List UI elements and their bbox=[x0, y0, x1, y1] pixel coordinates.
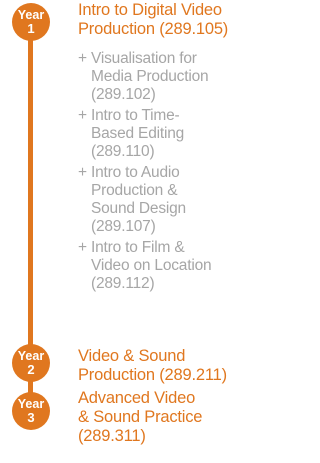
year-3-title-line-1: Advanced Video bbox=[78, 389, 196, 407]
year-1-title: Intro to Digital Video Production (289.1… bbox=[78, 1, 228, 39]
year-3-title-line-2: & Sound Practice bbox=[78, 408, 203, 426]
year-2-badge: Year 2 bbox=[12, 344, 50, 382]
year-3-title-line-3: (289.311) bbox=[78, 427, 146, 445]
year-3-badge-number: 3 bbox=[27, 410, 35, 425]
year-2-badge-label: Year bbox=[17, 349, 45, 363]
course-text: Intro to Time- bbox=[91, 107, 180, 124]
course-code: (289.102) bbox=[91, 86, 156, 103]
year-2-badge-number: 2 bbox=[27, 362, 35, 377]
course-text: Media Production bbox=[91, 68, 209, 85]
year-2-title-line-2: Production (289.211) bbox=[78, 366, 227, 384]
course-code: (289.110) bbox=[91, 143, 155, 160]
year-1-badge-label: Year bbox=[17, 8, 45, 22]
course-code: (289.112) bbox=[91, 275, 155, 292]
course-text: Production & bbox=[91, 182, 178, 199]
course-text: Based Editing bbox=[91, 125, 185, 142]
year-1-course-list: + Visualisation for Media Production (28… bbox=[78, 50, 258, 296]
course-text: Intro to Film & bbox=[91, 239, 185, 256]
year-1-badge-number: 1 bbox=[27, 21, 35, 36]
year-3-badge-label: Year bbox=[17, 397, 45, 411]
year-1-title-line-2: Production (289.105) bbox=[78, 20, 229, 38]
course-text: Video on Location bbox=[91, 257, 212, 274]
year-2-title: Video & Sound Production (289.211) bbox=[78, 347, 227, 385]
course-bullet: + bbox=[78, 239, 87, 256]
course-bullet: + bbox=[78, 164, 87, 181]
course-text: Sound Design bbox=[91, 200, 186, 217]
year-1-title-line-1: Intro to Digital Video bbox=[78, 1, 222, 19]
course-code: (289.107) bbox=[91, 218, 156, 235]
course-bullet: + bbox=[78, 107, 87, 124]
course-text: Visualisation for bbox=[91, 50, 197, 67]
year-3-badge: Year 3 bbox=[12, 392, 50, 430]
course-item-time-based-editing: + Intro to Time- Based Editing (289.110) bbox=[78, 107, 258, 161]
course-item-film-on-location: + Intro to Film & Video on Location (289… bbox=[78, 239, 258, 293]
year-2-title-line-1: Video & Sound bbox=[78, 347, 186, 365]
course-text: Intro to Audio bbox=[91, 164, 180, 181]
course-item-audio-production: + Intro to Audio Production & Sound Desi… bbox=[78, 164, 258, 236]
year-3-title: Advanced Video & Sound Practice (289.311… bbox=[78, 389, 202, 446]
course-bullet: + bbox=[78, 50, 87, 67]
course-item-visualisation: + Visualisation for Media Production (28… bbox=[78, 50, 258, 104]
year-1-badge: Year 1 bbox=[12, 3, 50, 41]
